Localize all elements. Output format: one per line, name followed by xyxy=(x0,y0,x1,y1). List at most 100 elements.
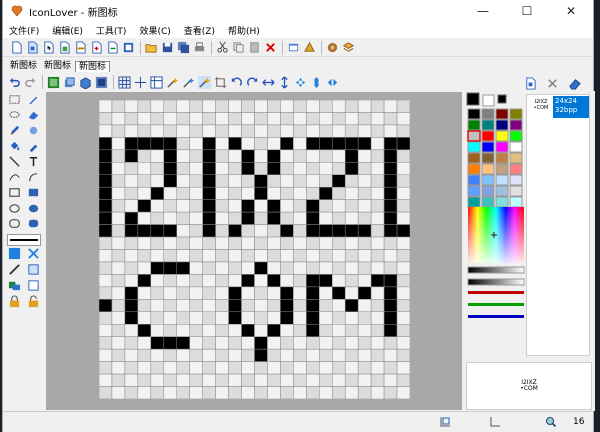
pixel-cell[interactable] xyxy=(319,236,333,250)
pixel-cell[interactable] xyxy=(124,311,139,325)
pixel-cell[interactable] xyxy=(357,261,372,275)
pixel-cell[interactable] xyxy=(254,100,268,113)
menu-help[interactable]: 帮助(H) xyxy=(228,24,260,37)
pixel-cell[interactable] xyxy=(124,324,139,337)
pixel-cell[interactable] xyxy=(99,274,113,288)
pixel-cell[interactable] xyxy=(228,112,242,126)
pixel-cell[interactable] xyxy=(319,274,333,288)
pixel-cell[interactable] xyxy=(215,149,229,163)
pixel-cell[interactable] xyxy=(99,112,113,126)
pixel-cell[interactable] xyxy=(370,249,385,263)
pixel-cell[interactable] xyxy=(319,361,333,375)
pixel-cell[interactable] xyxy=(344,174,359,188)
pixel-cell[interactable] xyxy=(332,112,346,126)
pixel-cell[interactable] xyxy=(189,186,203,200)
pixel-cell[interactable] xyxy=(241,211,255,225)
pixel-cell[interactable] xyxy=(241,336,255,350)
palette-swatch[interactable] xyxy=(481,163,495,175)
palette-swatch[interactable] xyxy=(509,119,523,131)
pixel-cell[interactable] xyxy=(370,137,385,151)
pixel-cell[interactable] xyxy=(124,348,139,362)
pixel-cell[interactable] xyxy=(332,174,346,188)
pixel-cell[interactable] xyxy=(150,336,165,350)
pixel-cell[interactable] xyxy=(99,162,113,176)
line-icon[interactable] xyxy=(7,155,21,169)
pixel-cell[interactable] xyxy=(163,199,177,213)
pixel-cell[interactable] xyxy=(254,174,268,188)
pixel-cell[interactable] xyxy=(202,299,216,313)
pixel-cell[interactable] xyxy=(215,299,229,313)
pixel-cell[interactable] xyxy=(293,149,307,163)
pixel-cell[interactable] xyxy=(280,162,294,176)
pixel-cell[interactable] xyxy=(124,249,139,263)
pixel-cell[interactable] xyxy=(176,186,190,200)
pixel-cell[interactable] xyxy=(111,261,126,275)
pixel-cell[interactable] xyxy=(280,324,294,337)
pixel-cell[interactable] xyxy=(319,112,333,126)
pixel-cell[interactable] xyxy=(293,100,307,113)
pixel-cell[interactable] xyxy=(293,199,307,213)
pixel-cell[interactable] xyxy=(163,274,177,288)
rotate-left-icon[interactable] xyxy=(229,75,243,89)
pixel-cell[interactable] xyxy=(396,324,410,337)
pixel-cell[interactable] xyxy=(280,224,294,238)
pixel-cell[interactable] xyxy=(293,299,307,313)
pixel-cell[interactable] xyxy=(202,386,216,399)
pixel-cell[interactable] xyxy=(267,236,281,250)
pixel-cell[interactable] xyxy=(215,211,229,225)
pixel-cell[interactable] xyxy=(370,211,385,225)
extract-icon[interactable] xyxy=(121,41,135,55)
pixel-cell[interactable] xyxy=(176,112,190,126)
pixel-cell[interactable] xyxy=(228,186,242,200)
pixel-cell[interactable] xyxy=(332,186,346,200)
pixel-cell[interactable] xyxy=(357,124,372,138)
pixel-cell[interactable] xyxy=(176,224,190,238)
pixel-cell[interactable] xyxy=(111,249,126,263)
pixel-cell[interactable] xyxy=(241,311,255,325)
primary-color-swatch[interactable] xyxy=(466,92,480,106)
pixel-cell[interactable] xyxy=(228,137,242,151)
pixel-cell[interactable] xyxy=(228,311,242,325)
pixel-cell[interactable] xyxy=(396,299,410,313)
pixel-cell[interactable] xyxy=(306,224,320,238)
pixel-cell[interactable] xyxy=(163,373,177,387)
pixel-cell[interactable] xyxy=(215,249,229,263)
pixel-cell[interactable] xyxy=(150,236,165,250)
pixel-cell[interactable] xyxy=(111,286,126,300)
pixel-cell[interactable] xyxy=(306,373,320,387)
pixel-cell[interactable] xyxy=(189,112,203,126)
pixel-cell[interactable] xyxy=(370,311,385,325)
pixel-cell[interactable] xyxy=(189,149,203,163)
pixel-cell[interactable] xyxy=(176,299,190,313)
new-cursor-icon[interactable] xyxy=(41,41,55,55)
pixel-cell[interactable] xyxy=(241,286,255,300)
pixel-cell[interactable] xyxy=(189,274,203,288)
print-icon[interactable] xyxy=(192,41,206,55)
pixel-cell[interactable] xyxy=(357,100,372,113)
pen-width-icon[interactable] xyxy=(7,263,21,277)
pixel-cell[interactable] xyxy=(241,386,255,399)
pixel-cell[interactable] xyxy=(357,149,372,163)
pixel-cell[interactable] xyxy=(396,361,410,375)
pixel-cell[interactable] xyxy=(163,112,177,126)
palette-swatch[interactable] xyxy=(481,108,495,120)
pixel-cell[interactable] xyxy=(241,348,255,362)
pixel-cell[interactable] xyxy=(137,211,152,225)
pixel-cell[interactable] xyxy=(306,311,320,325)
pixel-cell[interactable] xyxy=(176,361,190,375)
pixel-cell[interactable] xyxy=(176,274,190,288)
pixel-cell[interactable] xyxy=(202,236,216,250)
pixel-cell[interactable] xyxy=(163,299,177,313)
pixel-cell[interactable] xyxy=(254,249,268,263)
pixel-cell[interactable] xyxy=(124,274,139,288)
pixel-cell[interactable] xyxy=(124,186,139,200)
tab-document-2[interactable]: 新图标 xyxy=(41,61,74,72)
pixel-cell[interactable] xyxy=(124,211,139,225)
open-folder-icon[interactable] xyxy=(144,41,158,55)
pixel-cell[interactable] xyxy=(254,137,268,151)
pixel-cell[interactable] xyxy=(111,211,126,225)
pixel-cell[interactable] xyxy=(357,224,372,238)
pixel-cell[interactable] xyxy=(344,373,359,387)
pixel-cell[interactable] xyxy=(254,124,268,138)
palette-swatch[interactable] xyxy=(481,185,495,197)
